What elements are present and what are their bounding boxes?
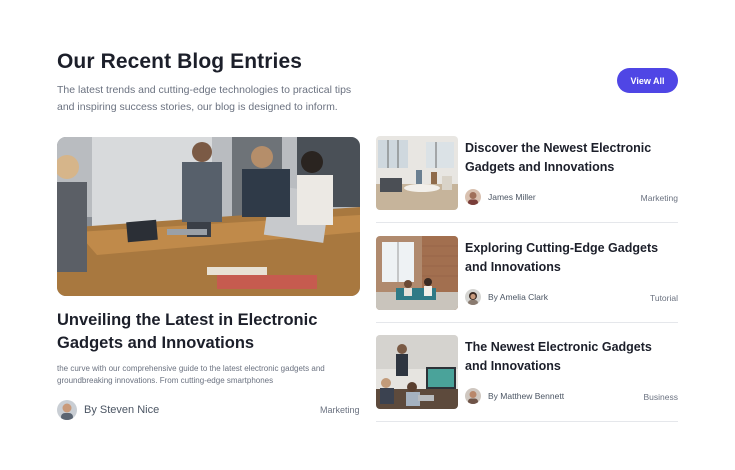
view-all-button[interactable]: View All xyxy=(617,68,678,93)
post-title[interactable]: The Newest Electronic Gadgets and Innova… xyxy=(465,338,675,375)
author-avatar xyxy=(57,400,77,420)
featured-post-image[interactable] xyxy=(57,137,360,296)
category-tag[interactable]: Tutorial xyxy=(650,293,678,303)
post-thumbnail xyxy=(376,236,458,310)
featured-post-author: By Steven Nice xyxy=(57,400,159,420)
section-subtitle: The latest trends and cutting-edge techn… xyxy=(57,84,352,113)
author-avatar xyxy=(465,189,481,205)
post-author: James Miller xyxy=(465,189,536,205)
category-tag[interactable]: Marketing xyxy=(320,405,360,415)
divider xyxy=(376,222,678,223)
author-name: By Matthew Bennett xyxy=(488,391,565,401)
featured-post-excerpt: the curve with our comprehensive guide t… xyxy=(57,364,325,385)
blog-post-card[interactable]: Discover the Newest Electronic Gadgets a… xyxy=(376,136,678,223)
post-thumbnail xyxy=(376,136,458,210)
post-title[interactable]: Discover the Newest Electronic Gadgets a… xyxy=(465,139,675,176)
category-tag[interactable]: Business xyxy=(644,392,679,402)
blog-post-card[interactable]: The Newest Electronic Gadgets and Innova… xyxy=(376,335,678,422)
featured-post-title[interactable]: Unveiling the Latest in Electronic Gadge… xyxy=(57,309,357,355)
author-name: By Amelia Clark xyxy=(488,292,548,302)
post-thumbnail xyxy=(376,335,458,409)
section-title: Our Recent Blog Entries xyxy=(57,50,303,73)
divider xyxy=(376,421,678,422)
post-author: By Amelia Clark xyxy=(465,289,548,305)
author-avatar xyxy=(465,388,481,404)
author-name: James Miller xyxy=(488,192,536,202)
post-author: By Matthew Bennett xyxy=(465,388,564,404)
author-name: By Steven Nice xyxy=(84,404,160,416)
author-avatar xyxy=(465,289,481,305)
blog-post-card[interactable]: Exploring Cutting-Edge Gadgets and Innov… xyxy=(376,236,678,323)
divider xyxy=(376,322,678,323)
post-title[interactable]: Exploring Cutting-Edge Gadgets and Innov… xyxy=(465,239,675,276)
category-tag[interactable]: Marketing xyxy=(641,193,678,203)
